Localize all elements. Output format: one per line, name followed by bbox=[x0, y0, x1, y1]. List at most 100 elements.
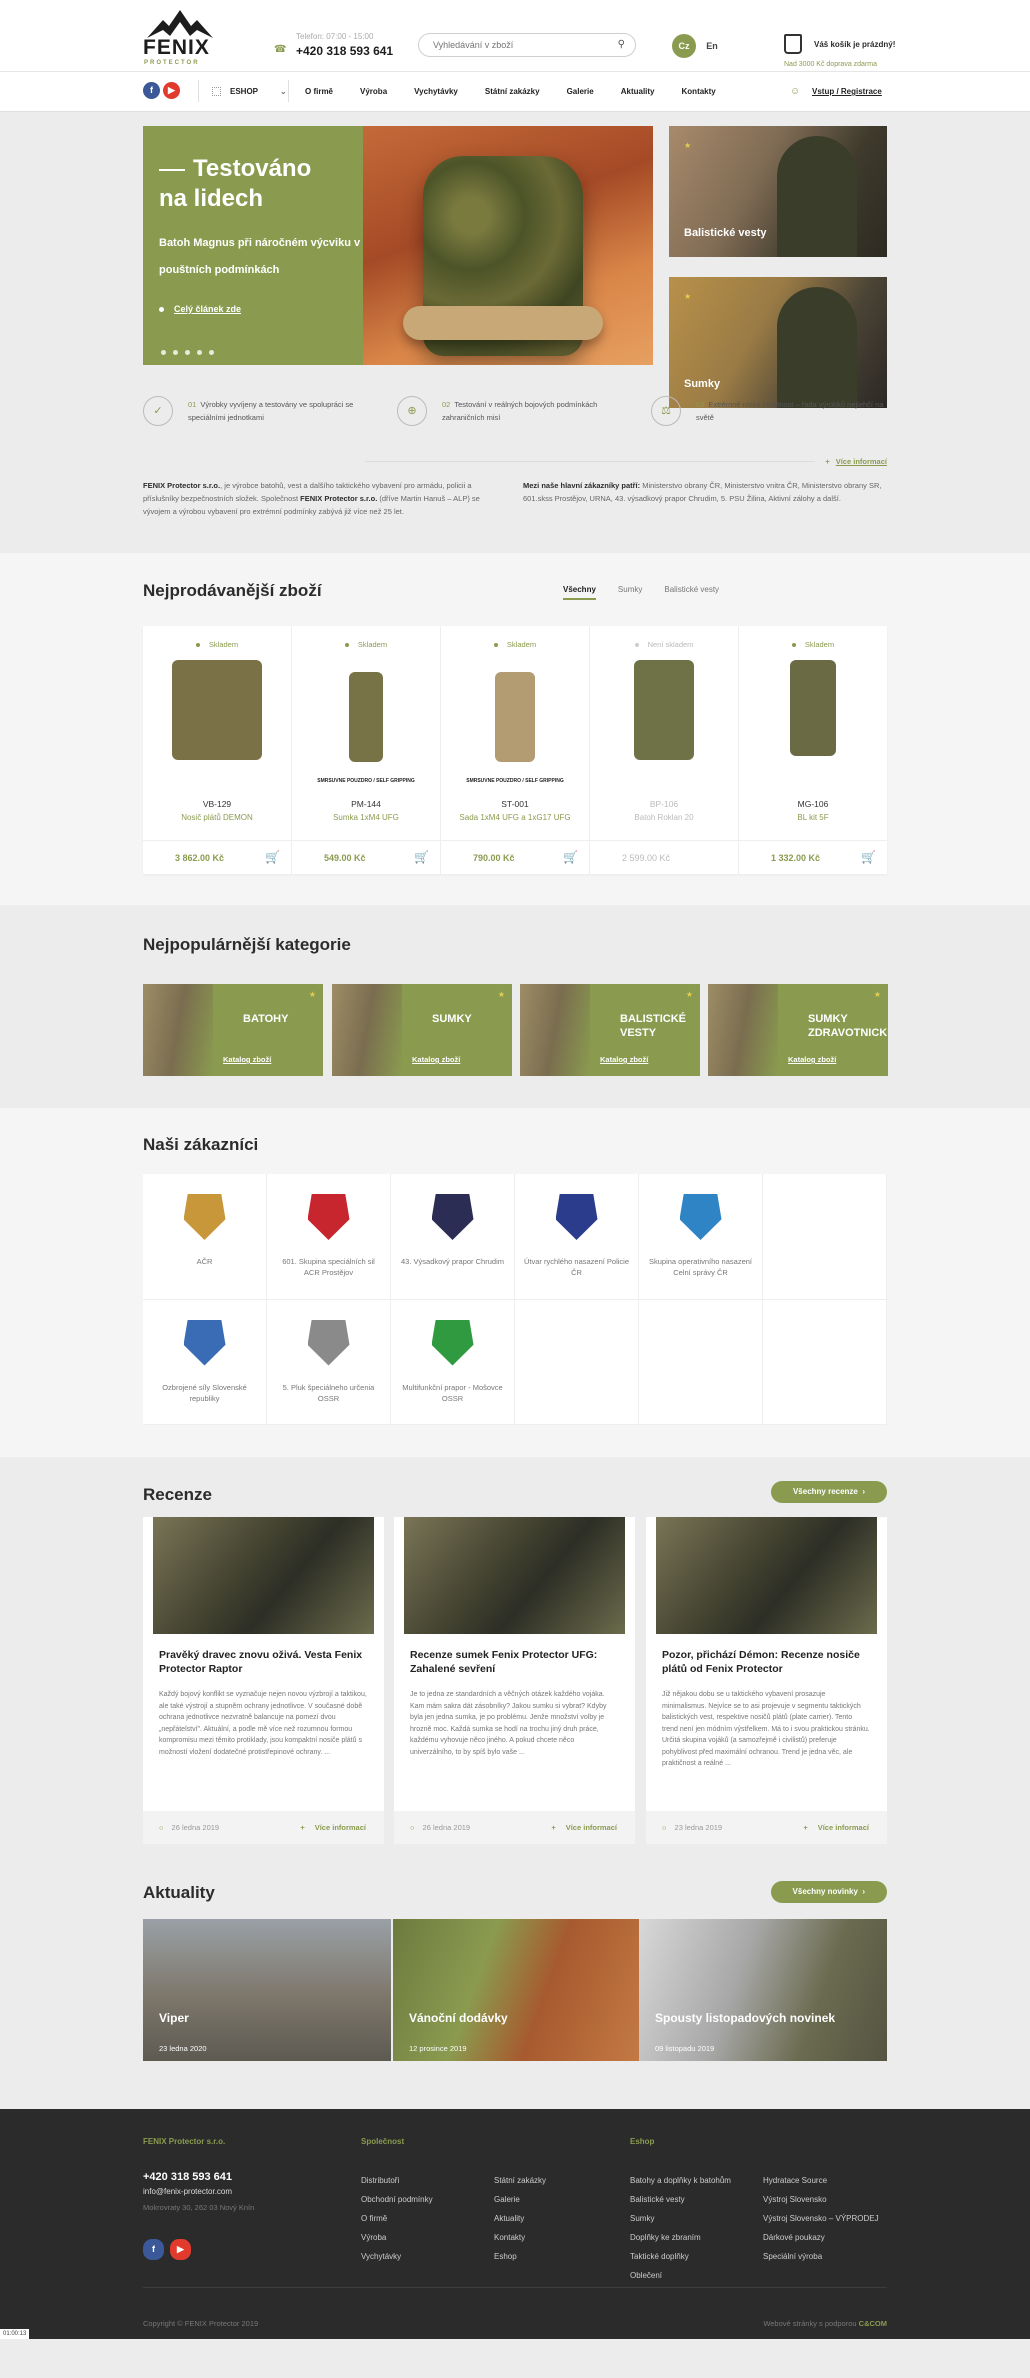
tab-vsechny[interactable]: Všechny bbox=[563, 585, 596, 600]
footer-link[interactable]: Vychytávky bbox=[361, 2247, 433, 2266]
lang-en-button[interactable]: En bbox=[700, 34, 724, 58]
footer-link[interactable]: Kontakty bbox=[494, 2228, 546, 2247]
review-more-link[interactable]: Více informací bbox=[300, 1823, 366, 1832]
youtube-icon[interactable]: ▶ bbox=[163, 82, 180, 99]
tab-balisticke-vesty[interactable]: Balistické vesty bbox=[664, 585, 719, 600]
category-sumky[interactable]: ★ SUMKY Katalog zboží bbox=[332, 984, 512, 1076]
slider-dot[interactable] bbox=[185, 350, 190, 355]
footer-link[interactable]: Galerie bbox=[494, 2190, 546, 2209]
login-link[interactable]: ☺ Vstup / Registrace bbox=[790, 72, 882, 112]
product-name[interactable]: BL kit 5F bbox=[739, 813, 887, 822]
footer-link[interactable]: Výstroj Slovensko bbox=[763, 2190, 879, 2209]
cart-icon[interactable]: 🛒 bbox=[563, 849, 579, 865]
phone-icon: ☎ bbox=[274, 44, 287, 55]
cart-icon[interactable]: 🛒 bbox=[414, 849, 430, 865]
cart-icon[interactable]: 🛒 bbox=[265, 849, 281, 865]
product-card[interactable]: Skladem SMRSUVNE POUZDRO / SELF GRIPPING… bbox=[441, 626, 590, 874]
nav-item-galerie[interactable]: Galerie bbox=[567, 72, 594, 112]
product-code: ST-001 bbox=[501, 799, 529, 809]
product-code: VB-129 bbox=[202, 799, 232, 809]
product-name[interactable]: Sumka 1xM4 UFG bbox=[292, 813, 440, 822]
footer-link[interactable]: Aktuality bbox=[494, 2209, 546, 2228]
review-more-link[interactable]: Více informací bbox=[803, 1823, 869, 1832]
product-name[interactable]: Sada 1xM4 UFG a 1xG17 UFG bbox=[441, 813, 589, 822]
tab-sumky[interactable]: Sumky bbox=[618, 585, 642, 600]
footer-phone[interactable]: +420 318 593 641 bbox=[143, 2171, 232, 2183]
footer-link[interactable]: O firmě bbox=[361, 2209, 433, 2228]
tile-sumky[interactable]: ★ Sumky bbox=[669, 277, 887, 408]
footer-link[interactable]: Dárkové poukazy bbox=[763, 2228, 879, 2247]
footer-link[interactable]: Státní zakázky bbox=[494, 2171, 546, 2190]
footer-links-company-2: Státní zakázky Galerie Aktuality Kontakt… bbox=[494, 2171, 546, 2266]
hero-article-link[interactable]: Celý článek zde bbox=[159, 304, 241, 314]
product-card[interactable]: Skladem MG-106 BL kit 5F 1 332.00 Kč 🛒 bbox=[739, 626, 887, 874]
cart-icon[interactable]: 🛒 bbox=[861, 849, 877, 865]
footer-link[interactable]: Taktické doplňky bbox=[630, 2247, 731, 2266]
customer-item: Ozbrojené síly Slovenské republiky bbox=[143, 1299, 267, 1425]
facebook-icon[interactable]: f bbox=[143, 2239, 164, 2260]
product-name[interactable]: Nosič plátů DEMON bbox=[143, 813, 291, 822]
fenix-logo[interactable]: FENIX PROTECTOR bbox=[143, 8, 217, 66]
slider-dot[interactable] bbox=[161, 350, 166, 355]
product-card[interactable]: Není skladem BP-106 Batoh Roklan 20 2 59… bbox=[590, 626, 739, 874]
news-card[interactable]: Vánoční dodávky 12 prosince 2019 bbox=[393, 1919, 641, 2061]
review-title[interactable]: Pravěký dravec znovu oživá. Vesta Fenix … bbox=[159, 1648, 369, 1676]
nav-item-statni-zakazky[interactable]: Státní zakázky bbox=[485, 72, 540, 112]
category-batohy[interactable]: ★ BATOHY Katalog zboží bbox=[143, 984, 323, 1076]
slider-dot[interactable] bbox=[209, 350, 214, 355]
review-title[interactable]: Recenze sumek Fenix Protector UFG: Zahal… bbox=[410, 1648, 620, 1676]
search-input[interactable] bbox=[433, 40, 603, 50]
hero-slider[interactable]: Testováno na lidech Batoh Magnus při náro… bbox=[143, 126, 653, 365]
footer-link[interactable]: Výroba bbox=[361, 2228, 433, 2247]
footer-link[interactable]: Batohy a doplňky k batohům bbox=[630, 2171, 731, 2190]
tile-balisticke-vesty[interactable]: ★ Balistické vesty bbox=[669, 126, 887, 257]
youtube-icon[interactable]: ▶ bbox=[170, 2239, 191, 2260]
category-link[interactable]: Katalog zboží bbox=[600, 1055, 648, 1064]
footer-link[interactable]: Distributoři bbox=[361, 2171, 433, 2190]
search-icon[interactable]: ⚲ bbox=[618, 39, 625, 50]
footer-link[interactable]: Obchodní podmínky bbox=[361, 2190, 433, 2209]
category-link[interactable]: Katalog zboží bbox=[223, 1055, 271, 1064]
nav-item-vychytavky[interactable]: Vychytávky bbox=[414, 72, 458, 112]
footer-link[interactable]: Výstroj Slovensko – VÝPRODEJ bbox=[763, 2209, 879, 2228]
review-title[interactable]: Pozor, přichází Démon: Recenze nosiče pl… bbox=[662, 1648, 872, 1676]
phone-number[interactable]: +420 318 593 641 bbox=[296, 44, 393, 58]
product-card[interactable]: Skladem VB-129 Nosič plátů DEMON 3 862.0… bbox=[143, 626, 292, 874]
review-card[interactable]: Pozor, přichází Démon: Recenze nosiče pl… bbox=[646, 1517, 887, 1844]
eshop-menu[interactable]: ESHOP ⌄ bbox=[212, 72, 290, 112]
news-card[interactable]: Spousty listopadových novinek 09 listopa… bbox=[639, 1919, 887, 2061]
nav-item-vyroba[interactable]: Výroba bbox=[360, 72, 387, 112]
review-card[interactable]: Recenze sumek Fenix Protector UFG: Zahal… bbox=[394, 1517, 635, 1844]
category-sumky-zdravotnicke[interactable]: ★ SUMKY ZDRAVOTNICKÉ Katalog zboží bbox=[708, 984, 888, 1076]
footer-link[interactable]: Oblečení bbox=[630, 2266, 731, 2285]
footer-link[interactable]: Hydratace Source bbox=[763, 2171, 879, 2190]
footer-link[interactable]: Balistické vesty bbox=[630, 2190, 731, 2209]
nav-item-kontakty[interactable]: Kontakty bbox=[682, 72, 716, 112]
footer-link[interactable]: Sumky bbox=[630, 2209, 731, 2228]
footer-link[interactable]: Speciální výroba bbox=[763, 2247, 879, 2266]
category-balisticke-vesty[interactable]: ★ BALISTICKÉ VESTY Katalog zboží bbox=[520, 984, 700, 1076]
category-image bbox=[143, 984, 213, 1076]
stock-status: Není skladem bbox=[590, 640, 738, 649]
nav-item-o-firme[interactable]: O firmě bbox=[305, 72, 333, 112]
more-info-link[interactable]: + Více informací bbox=[367, 457, 887, 466]
lang-cs-button[interactable]: Cz bbox=[672, 34, 696, 58]
slider-dot[interactable] bbox=[197, 350, 202, 355]
review-card[interactable]: Pravěký dravec znovu oživá. Vesta Fenix … bbox=[143, 1517, 384, 1844]
news-card[interactable]: Viper 23 ledna 2020 bbox=[143, 1919, 391, 2061]
footer-link[interactable]: Eshop bbox=[494, 2247, 546, 2266]
category-link[interactable]: Katalog zboží bbox=[412, 1055, 460, 1064]
slider-dot[interactable] bbox=[173, 350, 178, 355]
all-reviews-button[interactable]: Všechny recenze › bbox=[770, 1481, 887, 1503]
product-card[interactable]: Skladem SMRSUVNE POUZDRO / SELF GRIPPING… bbox=[292, 626, 441, 874]
footer-email[interactable]: info@fenix-protector.com bbox=[143, 2187, 232, 2196]
nav-item-aktuality[interactable]: Aktuality bbox=[621, 72, 655, 112]
category-link[interactable]: Katalog zboží bbox=[788, 1055, 836, 1064]
product-name[interactable]: Batoh Roklan 20 bbox=[590, 813, 738, 822]
review-more-link[interactable]: Více informací bbox=[551, 1823, 617, 1832]
footer-link[interactable]: Doplňky ke zbraním bbox=[630, 2228, 731, 2247]
facebook-icon[interactable]: f bbox=[143, 82, 160, 99]
credit-link[interactable]: C&COM bbox=[859, 2319, 887, 2328]
all-news-button[interactable]: Všechny novinky › bbox=[770, 1881, 887, 1903]
company-info: + Více informací FENIX Protector s.r.o., … bbox=[0, 457, 1030, 553]
